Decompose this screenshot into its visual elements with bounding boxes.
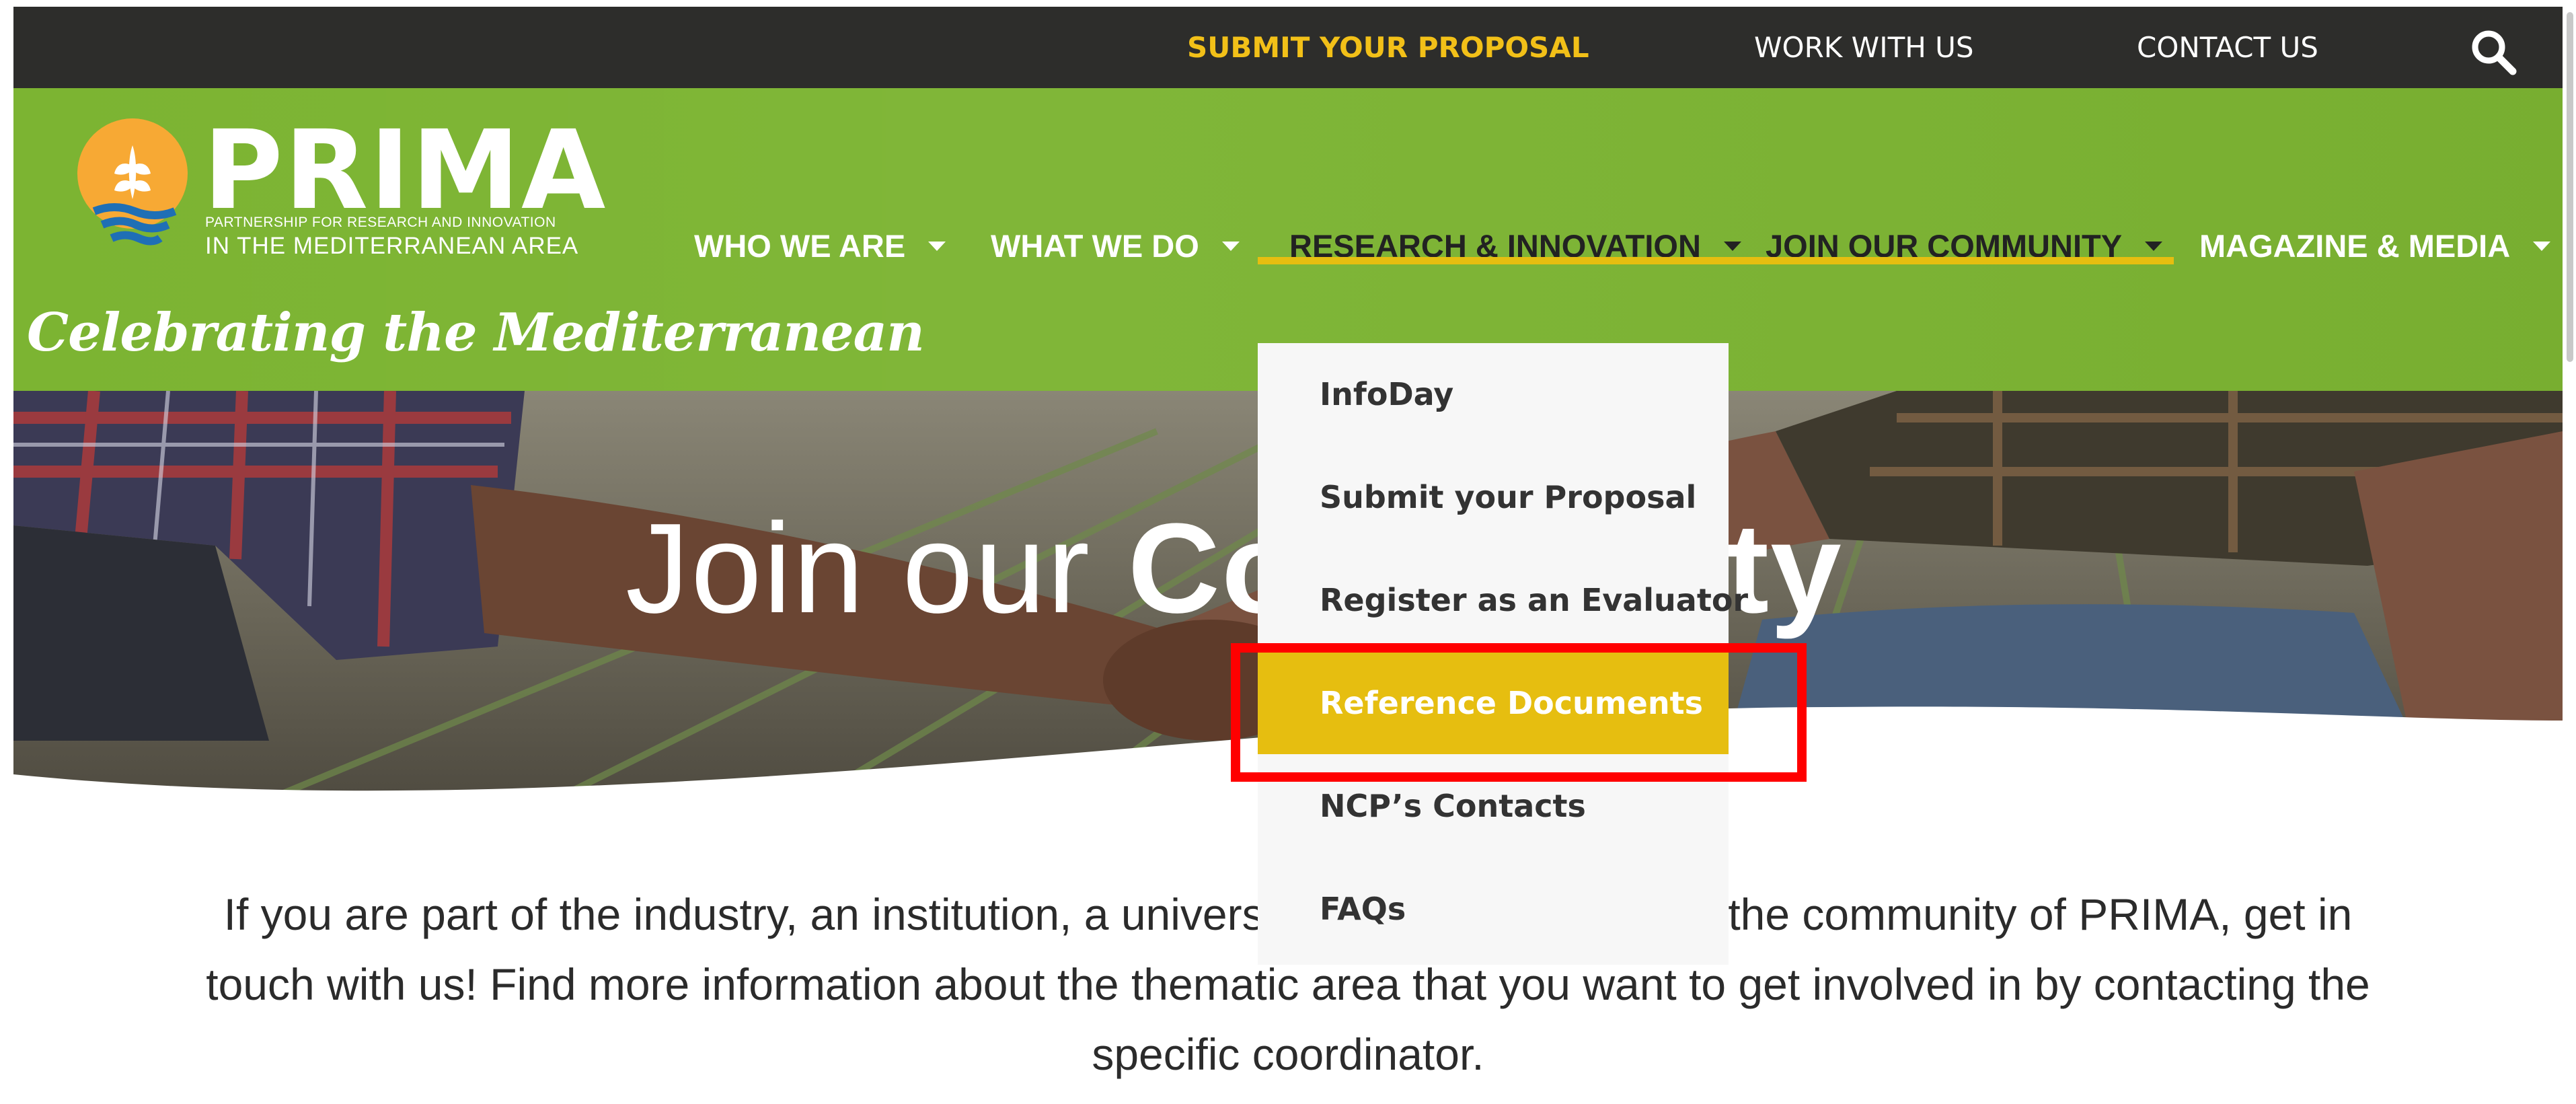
dropdown-item-infoday[interactable]: InfoDay (1258, 343, 1729, 445)
nav-label: WHAT WE DO (991, 228, 1199, 264)
dropdown-item-faqs[interactable]: FAQs (1258, 858, 1729, 960)
work-with-us-link[interactable]: WORK WITH US (1754, 7, 1974, 88)
prima-logo-sun-icon (74, 118, 192, 246)
dropdown-item-ncp-contacts[interactable]: NCP’s Contacts (1258, 755, 1729, 857)
caret-down-icon (1723, 241, 1741, 251)
scrollbar-thumb[interactable] (2567, 12, 2573, 362)
logo-subtitle-line2: IN THE MEDITERRANEAN AREA (205, 233, 579, 259)
hero-title-light: Join our (626, 497, 1128, 640)
nav-join-our-community[interactable]: JOIN OUR COMMUNITY (1766, 219, 2163, 273)
submit-proposal-link[interactable]: SUBMIT YOUR PROPOSAL (1187, 7, 1589, 88)
top-utility-bar: SUBMIT YOUR PROPOSAL WORK WITH US CONTAC… (13, 7, 2563, 88)
browser-viewport: SUBMIT YOUR PROPOSAL WORK WITH US CONTAC… (13, 7, 2563, 1104)
dropdown-item-register-evaluator[interactable]: Register as an Evaluator (1258, 549, 1748, 651)
page-scrollbar[interactable] (2564, 0, 2576, 1104)
logo-tagline: Celebrating the Mediterranean (27, 302, 925, 363)
nav-magazine-media[interactable]: MAGAZINE & MEDIA (2199, 219, 2551, 273)
contact-us-link[interactable]: CONTACT US (2137, 7, 2318, 88)
logo-subtitle-line1: PARTNERSHIP FOR RESEARCH AND INNOVATION (205, 215, 556, 230)
search-icon[interactable] (2470, 28, 2517, 75)
nav-what-we-do[interactable]: WHAT WE DO (991, 219, 1240, 273)
nav-label: WHO WE ARE (694, 228, 906, 264)
research-innovation-dropdown: InfoDay Submit your Proposal Register as… (1258, 343, 1748, 965)
dropdown-item-submit-proposal[interactable]: Submit your Proposal (1258, 446, 1729, 548)
caret-down-icon (928, 241, 946, 251)
nav-who-we-are[interactable]: WHO WE ARE (694, 219, 946, 273)
nav-label: MAGAZINE & MEDIA (2199, 228, 2511, 264)
caret-down-icon (2145, 241, 2163, 251)
logo-wordmark: PRIMA (203, 108, 607, 234)
nav-active-underline (1258, 257, 2174, 264)
caret-down-icon (2533, 241, 2551, 251)
caret-down-icon (1221, 241, 1240, 251)
nav-research-innovation[interactable]: RESEARCH & INNOVATION (1289, 219, 1741, 273)
dropdown-item-reference-documents[interactable]: Reference Documents (1258, 652, 1729, 754)
